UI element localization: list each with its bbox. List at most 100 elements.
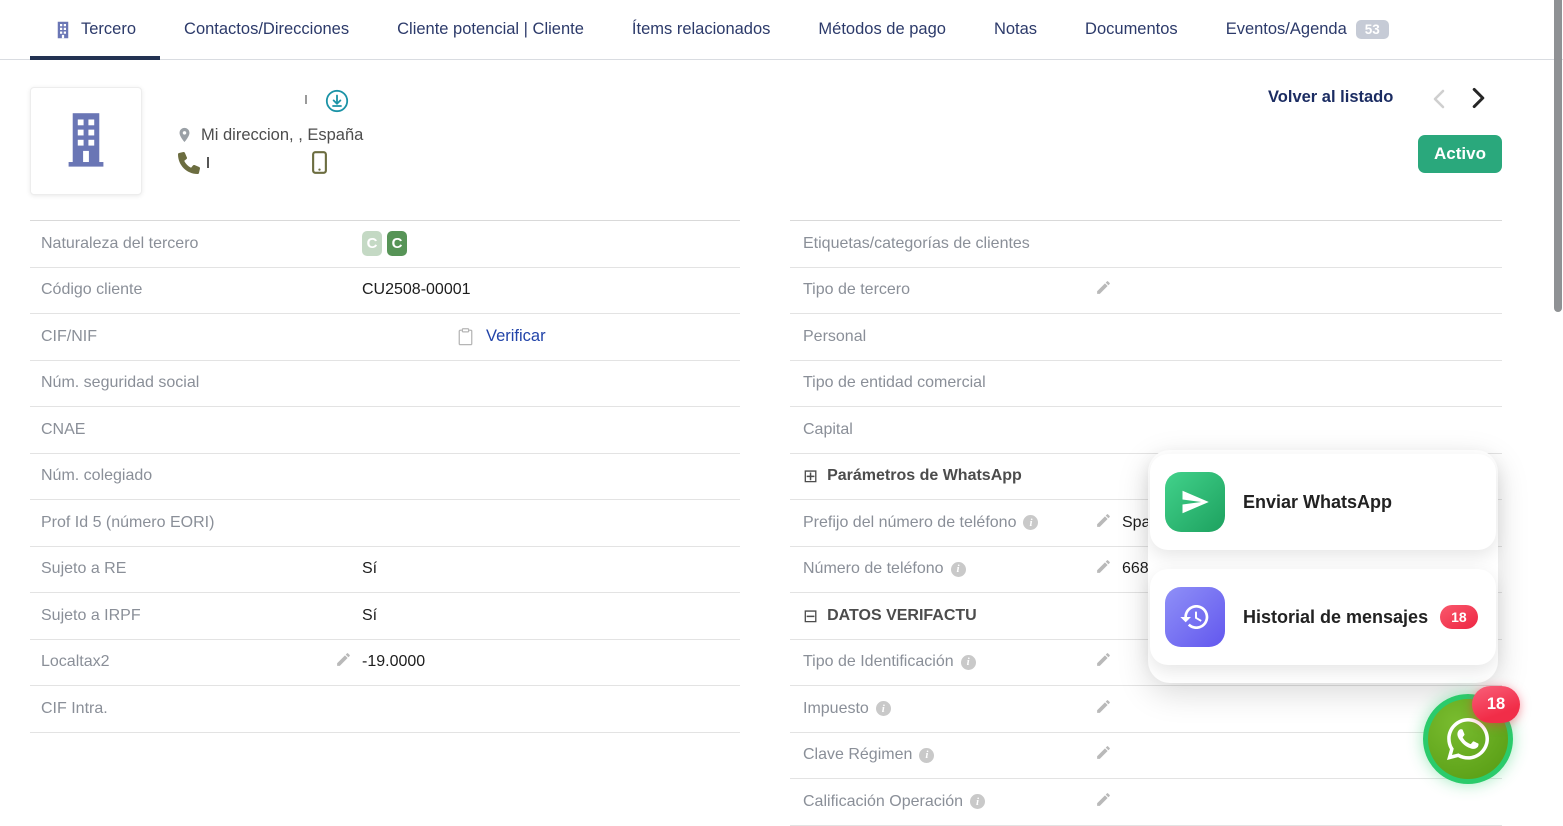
row-value: Sí: [362, 560, 378, 578]
table-row-sujeto-a-irpf: Sujeto a IRPF Sí: [30, 593, 740, 640]
row-label: Calificación Operación: [803, 792, 964, 810]
row-label: Capital: [803, 420, 853, 438]
truncated-name-artifact: [305, 95, 307, 104]
send-whatsapp-button[interactable]: Enviar WhatsApp: [1150, 454, 1496, 550]
row-value: -19.0000: [362, 653, 426, 671]
info-icon[interactable]: i: [875, 701, 891, 717]
tab-tercero[interactable]: Tercero: [30, 0, 161, 60]
next-record-chevron-icon[interactable]: [1471, 87, 1486, 114]
tab-label: Tercero: [81, 20, 137, 38]
collapse-section-icon[interactable]: ⊟: [803, 607, 818, 625]
info-icon[interactable]: i: [919, 747, 935, 763]
edit-pencil-icon[interactable]: [1095, 279, 1112, 301]
row-label: Impuesto: [803, 699, 869, 717]
tab-label: Métodos de pago: [818, 20, 946, 38]
table-row-tipo-de-tercero: Tipo de tercero: [790, 268, 1502, 314]
edit-pencil-icon[interactable]: [1095, 698, 1112, 720]
row-label: Tipo de entidad comercial: [803, 374, 986, 392]
table-row-codigo-cliente: Código cliente CU2508-00001: [30, 268, 740, 314]
table-row-calificacion-operacion: Calificación Operación i: [790, 779, 1502, 826]
edit-pencil-icon[interactable]: [1095, 558, 1112, 580]
tab-label: Documentos: [1085, 20, 1178, 38]
row-value: Spa: [1122, 513, 1151, 531]
table-row-cif-nif: CIF/NIF Verificar: [30, 314, 740, 361]
phone-icon[interactable]: [178, 151, 200, 179]
table-row-cif-intra: CIF Intra.: [30, 686, 740, 733]
previous-record-chevron-icon[interactable]: [1432, 89, 1446, 114]
info-icon[interactable]: i: [970, 794, 986, 810]
row-value: Sí: [362, 606, 378, 624]
whatsapp-unread-count-badge: 18: [1472, 686, 1520, 723]
verify-vat-link[interactable]: Verificar: [486, 327, 546, 346]
expand-section-icon[interactable]: ⊞: [803, 467, 818, 485]
message-history-label: Historial de mensajes: [1243, 606, 1429, 627]
company-address: Mi direccion, , España: [176, 124, 363, 146]
third-party-details-table: Naturaleza del tercero C C Código client…: [30, 220, 740, 733]
history-clock-icon: [1165, 587, 1225, 647]
tab-label: Ítems relacionados: [631, 20, 771, 38]
map-pin-icon: [176, 124, 193, 146]
tab-cliente-potencial[interactable]: Cliente potencial | Cliente: [373, 0, 608, 59]
row-label: Prefijo del número de teléfono: [803, 513, 1017, 531]
row-label: Personal: [803, 327, 867, 345]
row-label: Código cliente: [41, 281, 143, 299]
edit-pencil-icon[interactable]: [1095, 791, 1112, 813]
tab-items-relacionados[interactable]: Ítems relacionados: [608, 0, 795, 59]
row-label: Localtax2: [41, 653, 110, 671]
row-label: Núm. seguridad social: [41, 374, 200, 392]
table-row-cnae: CNAE: [30, 407, 740, 454]
edit-pencil-icon[interactable]: [1095, 512, 1112, 534]
tab-metodos-de-pago[interactable]: Métodos de pago: [794, 0, 970, 59]
table-row-etiquetas: Etiquetas/categorías de clientes: [790, 221, 1502, 268]
row-label: Sujeto a RE: [41, 560, 127, 578]
tab-contactos-direcciones[interactable]: Contactos/Direcciones: [160, 0, 373, 59]
table-row-naturaleza: Naturaleza del tercero C C: [30, 221, 740, 268]
vertical-scrollbar-thumb[interactable]: [1554, 0, 1562, 312]
table-row-personal: Personal: [790, 314, 1502, 361]
row-value: 668: [1122, 560, 1149, 578]
company-logo-card: [30, 87, 142, 195]
paper-plane-icon: [1165, 472, 1225, 532]
table-row-prof-id5-eori: Prof Id 5 (número EORI): [30, 500, 740, 547]
table-row-clave-regimen: Clave Régimen i: [790, 733, 1502, 779]
edit-pencil-icon[interactable]: [1095, 744, 1112, 766]
mobile-phone-icon[interactable]: [311, 150, 328, 180]
edit-pencil-icon[interactable]: [335, 651, 352, 673]
send-whatsapp-label: Enviar WhatsApp: [1243, 491, 1393, 512]
info-icon[interactable]: i: [950, 561, 966, 577]
tab-label: Notas: [993, 20, 1038, 38]
section-title: Parámetros de WhatsApp: [827, 467, 1022, 485]
clipboard-icon[interactable]: [458, 327, 473, 346]
info-icon[interactable]: i: [1023, 515, 1039, 531]
section-title: DATOS VERIFACTU: [827, 606, 977, 624]
customer-nature-badge-prospect[interactable]: C: [362, 231, 382, 257]
row-label: Sujeto a IRPF: [41, 606, 141, 624]
tab-label: Eventos/Agenda: [1225, 20, 1347, 38]
back-to-list-link[interactable]: Volver al listado: [1268, 88, 1393, 107]
tab-label: Cliente potencial | Cliente: [397, 20, 584, 38]
row-label: CNAE: [41, 420, 86, 438]
table-row-num-colegiado: Núm. colegiado: [30, 454, 740, 500]
status-badge: Activo: [1418, 135, 1502, 173]
row-label: Naturaleza del tercero: [41, 234, 199, 252]
row-label: Núm. colegiado: [41, 467, 153, 485]
company-building-icon: [57, 108, 115, 174]
table-row-impuesto: Impuesto i: [790, 686, 1502, 733]
edit-pencil-icon[interactable]: [1095, 651, 1112, 673]
info-icon[interactable]: i: [960, 654, 976, 670]
download-vcard-icon[interactable]: [325, 89, 349, 113]
table-row-capital: Capital: [790, 407, 1502, 454]
building-icon: [54, 20, 72, 40]
tab-eventos-agenda[interactable]: Eventos/Agenda 53: [1202, 0, 1413, 59]
tab-notas[interactable]: Notas: [970, 0, 1061, 59]
whatsapp-action-panel: Enviar WhatsApp Historial de mensajes 18: [1148, 450, 1498, 683]
truncated-phone-artifact: [207, 157, 209, 168]
customer-code-value: CU2508-00001: [362, 281, 471, 299]
customer-nature-badge-customer[interactable]: C: [387, 231, 407, 257]
tab-documentos[interactable]: Documentos: [1061, 0, 1202, 59]
tab-bar: Tercero Contactos/Direcciones Cliente po…: [0, 0, 1563, 60]
row-label: CIF Intra.: [41, 699, 108, 717]
message-history-button[interactable]: Historial de mensajes 18: [1150, 569, 1496, 665]
table-row-sujeto-a-re: Sujeto a RE Sí: [30, 547, 740, 593]
message-history-count-badge: 18: [1440, 604, 1478, 630]
